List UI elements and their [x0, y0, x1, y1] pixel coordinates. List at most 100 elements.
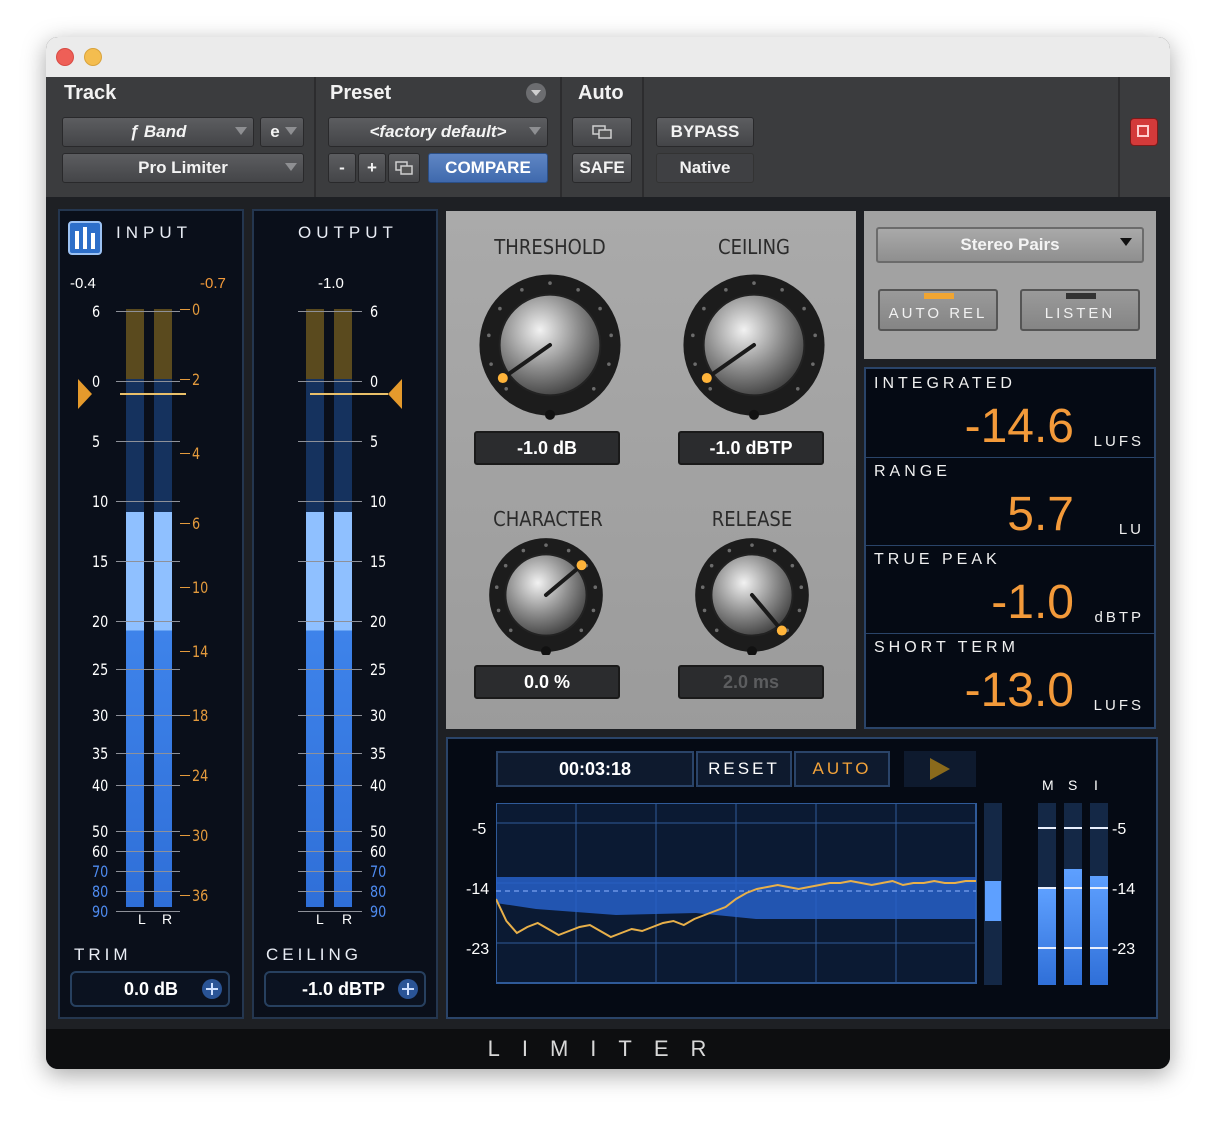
integrated-unit: LUFS	[1093, 433, 1144, 450]
meter-tick	[116, 785, 180, 786]
meter-tick	[116, 851, 180, 852]
gain-reduction-label: 4	[192, 444, 201, 463]
gain-reduction-label: 30	[192, 826, 209, 845]
output-peak: -1.0	[318, 275, 344, 292]
reset-button[interactable]: RESET	[696, 751, 792, 787]
title-bar	[46, 37, 1170, 78]
channel-mode-select[interactable]: Stereo Pairs	[876, 227, 1144, 263]
band-select[interactable]: ƒ Band	[62, 117, 254, 147]
trim-value: 0.0 dB	[124, 978, 179, 999]
preset-select[interactable]: <factory default>	[328, 117, 548, 147]
meter-scale-label: 40	[92, 776, 109, 795]
short-term-unit: LUFS	[1093, 697, 1144, 714]
plugin-name: LIMITER	[487, 1036, 729, 1061]
release-value-field[interactable]: 2.0 ms	[678, 665, 824, 699]
gain-reduction-tick	[180, 587, 190, 588]
input-channel-left: L	[138, 911, 146, 927]
meter-scale-label: 25	[92, 660, 109, 679]
auto-button[interactable]: AUTO	[794, 751, 890, 787]
automation-window-button[interactable]	[572, 117, 632, 147]
plugin-select[interactable]: Pro Limiter	[62, 153, 304, 183]
native-indicator: Native	[656, 153, 754, 183]
divider	[866, 457, 1154, 458]
previous-preset-button[interactable]: -	[328, 153, 356, 183]
integrated-label: INTEGRATED	[874, 375, 1016, 392]
input-channel-right: R	[162, 911, 173, 927]
preset-select-value: <factory default>	[369, 122, 507, 141]
divider	[866, 633, 1154, 634]
copy-settings-button[interactable]	[388, 153, 420, 183]
meter-scale-label: 5	[92, 432, 101, 451]
next-preset-button[interactable]: +	[358, 153, 386, 183]
meter-tick	[116, 561, 180, 562]
auto-section: Auto SAFE	[562, 77, 642, 197]
meter-scale-label: 70	[370, 862, 387, 881]
track-label: Track	[64, 82, 117, 104]
meter-tick	[116, 441, 180, 442]
link-icon[interactable]	[398, 979, 418, 999]
level-meter-fill	[154, 512, 172, 907]
meter-tick	[298, 851, 362, 852]
msi-scale-1: -5	[1112, 821, 1127, 838]
graph-level-meter	[984, 803, 1002, 985]
divider	[642, 77, 644, 197]
auto-release-button[interactable]: AUTO REL	[878, 289, 998, 331]
threshold-knob[interactable]	[474, 269, 626, 421]
trim-field[interactable]: 0.0 dB	[70, 971, 230, 1007]
meter-tick	[298, 785, 362, 786]
msi-meter-fill	[1038, 889, 1056, 985]
gain-reduction-tick	[180, 453, 190, 454]
gain-reduction-tick	[180, 651, 190, 652]
meter-scale-label: 60	[370, 842, 387, 861]
meter-scale-label: 50	[370, 822, 387, 841]
meter-tick	[116, 381, 180, 382]
level-meter-fill	[126, 512, 144, 907]
character-knob[interactable]	[486, 535, 606, 655]
range-unit: LU	[1118, 521, 1144, 538]
meter-scale-label: 15	[370, 552, 387, 571]
listen-button[interactable]: LISTEN	[1020, 289, 1140, 331]
meter-scale-label: 0	[92, 372, 101, 391]
minimize-window-button[interactable]	[84, 48, 102, 66]
threshold-marker-icon[interactable]	[78, 379, 92, 409]
ceiling-label: CEILING	[266, 945, 363, 964]
meter-scale-label: 10	[92, 492, 109, 511]
gain-reduction-tick	[180, 379, 190, 380]
loudness-history-graph	[496, 803, 977, 984]
meter-scale-label: 0	[370, 372, 379, 391]
true-peak-value: -1.0	[991, 576, 1074, 629]
ceiling-field[interactable]: -1.0 dBTP	[264, 971, 426, 1007]
ceiling-knob[interactable]	[678, 269, 830, 421]
close-window-button[interactable]	[56, 48, 74, 66]
meter-tick	[116, 753, 180, 754]
bypass-label: BYPASS	[670, 122, 740, 141]
meter-scale-label: 40	[370, 776, 387, 795]
preset-menu-button[interactable]	[526, 83, 546, 103]
gain-reduction-label: 2	[192, 370, 201, 389]
input-title: INPUT	[116, 223, 192, 242]
link-icon[interactable]	[202, 979, 222, 999]
meter-tick	[298, 561, 362, 562]
threshold-value-field[interactable]: -1.0 dB	[474, 431, 620, 465]
chevron-down-icon	[531, 90, 541, 96]
ceiling-line	[310, 393, 388, 395]
meter-scale-label: 50	[92, 822, 109, 841]
msi-scale-3: -23	[1112, 941, 1136, 958]
character-value-field[interactable]: 0.0 %	[474, 665, 620, 699]
bypass-button[interactable]: BYPASS	[656, 117, 754, 147]
meter-view-button[interactable]	[68, 221, 102, 255]
release-value: 2.0 ms	[722, 671, 780, 692]
safe-button[interactable]: SAFE	[572, 153, 632, 183]
ceiling-marker-icon[interactable]	[388, 379, 402, 409]
meter-scale-label: 30	[92, 706, 109, 725]
level-meter-bar	[334, 309, 352, 907]
play-button[interactable]	[904, 751, 976, 787]
copy-icon	[395, 161, 413, 175]
compare-button[interactable]: COMPARE	[428, 153, 548, 183]
release-knob[interactable]	[692, 535, 812, 655]
ceiling-value-field[interactable]: -1.0 dBTP	[678, 431, 824, 465]
target-button[interactable]	[1130, 118, 1158, 146]
auto-history-label: AUTO	[812, 759, 872, 778]
gain-reduction-label: 6	[192, 514, 201, 533]
insert-select[interactable]: e	[260, 117, 304, 147]
